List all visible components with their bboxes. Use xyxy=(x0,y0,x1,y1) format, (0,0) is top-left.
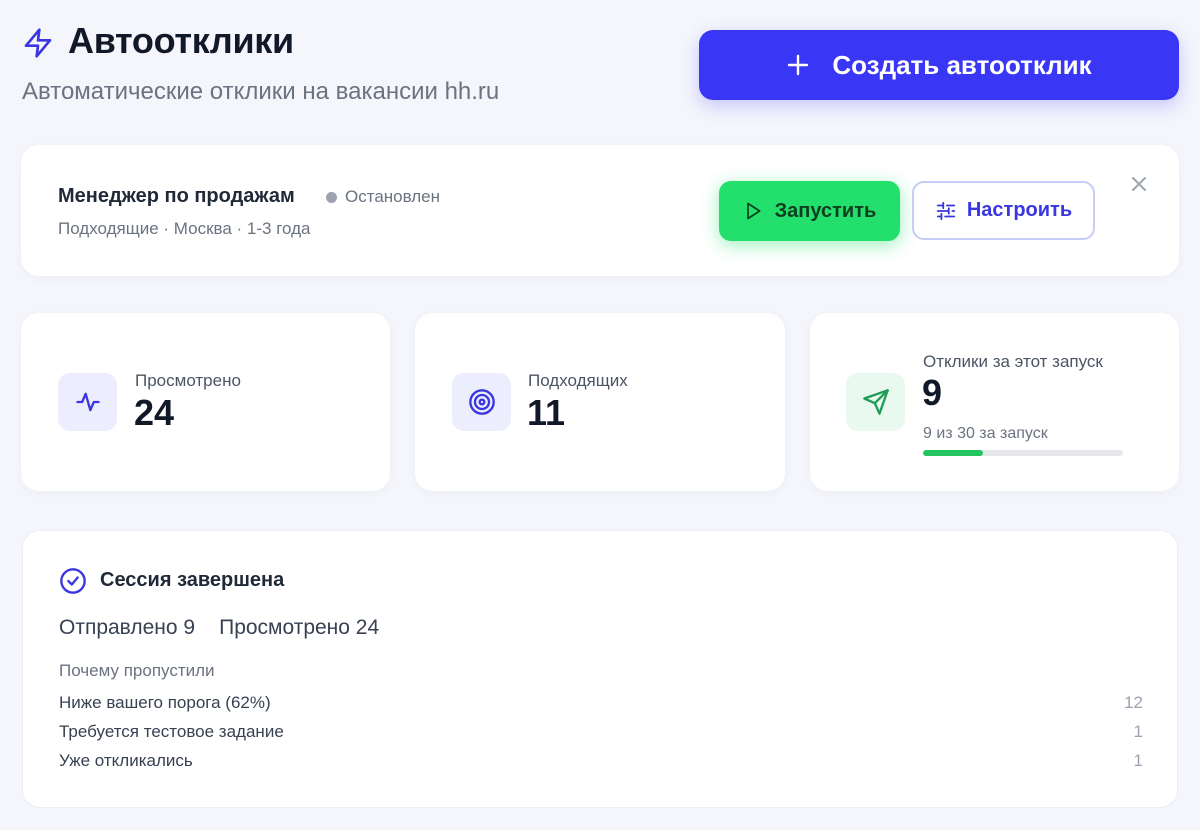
stat-card-responses: Отклики за этот запуск 9 9 из 30 за запу… xyxy=(810,313,1179,491)
send-icon xyxy=(862,389,889,415)
status-label: Остановлен xyxy=(345,187,441,206)
stat-value: 11 xyxy=(527,392,566,433)
sent-count: Отправлено 9 xyxy=(59,616,196,639)
reason-row: Ниже вашего порога (62%) 12 xyxy=(59,693,1143,713)
progress-bar xyxy=(923,450,1123,456)
status-badge: Остановлен xyxy=(326,187,440,207)
plus-icon xyxy=(788,54,809,76)
create-autoresponse-button[interactable]: Создать автоотклик xyxy=(699,30,1179,100)
create-button-label: Создать автоотклик xyxy=(832,49,1092,80)
stat-label: Подходящих xyxy=(528,371,628,390)
session-title: Сессия завершена xyxy=(100,569,285,591)
stat-value: 9 xyxy=(922,372,943,413)
activity-icon xyxy=(75,392,100,412)
vacancy-card: Менеджер по продажам Остановлен Подходящ… xyxy=(21,145,1179,276)
reason-label: Требуется тестовое задание xyxy=(59,722,284,741)
vacancy-meta: Подходящие · Москва · 1-3 года xyxy=(58,219,311,238)
run-button[interactable]: Запустить xyxy=(719,181,900,241)
configure-button[interactable]: Настроить xyxy=(912,181,1095,240)
stat-label: Просмотрено xyxy=(135,371,241,390)
reason-row: Уже откликались 1 xyxy=(59,751,1143,771)
autoresponses-page: Автоотклики Автоматические отклики на ва… xyxy=(0,0,1200,830)
stat-card-matching: Подходящих 11 xyxy=(415,313,785,491)
close-icon[interactable] xyxy=(1129,174,1149,194)
page-subtitle: Автоматические отклики на вакансии hh.ru xyxy=(22,78,500,105)
stat-card-viewed: Просмотрено 24 xyxy=(21,313,390,491)
session-stats: Отправлено 9 Просмотрено 24 xyxy=(59,616,379,640)
page-title: Автоотклики xyxy=(68,20,294,61)
configure-button-label: Настроить xyxy=(966,199,1073,221)
stat-icon-box xyxy=(58,373,117,431)
stat-icon-box xyxy=(452,373,511,431)
reason-count: 1 xyxy=(1133,751,1143,770)
reason-count: 12 xyxy=(1124,693,1143,712)
reason-label: Ниже вашего порога (62%) xyxy=(59,693,271,712)
target-icon xyxy=(468,389,495,415)
reason-count: 1 xyxy=(1133,722,1143,741)
check-circle-icon xyxy=(60,568,86,594)
play-icon xyxy=(746,202,761,220)
skip-reasons-title: Почему пропустили xyxy=(59,661,215,680)
progress-caption: 9 из 30 за запуск xyxy=(923,425,1048,442)
lightning-icon xyxy=(24,28,52,58)
reason-label: Уже откликались xyxy=(59,751,193,770)
progress-fill xyxy=(923,450,983,456)
stat-value: 24 xyxy=(134,392,175,433)
vacancy-title: Менеджер по продажам xyxy=(58,185,295,207)
session-card: Сессия завершена Отправлено 9 Просмотрен… xyxy=(22,530,1178,808)
reason-row: Требуется тестовое задание 1 xyxy=(59,722,1143,742)
status-dot xyxy=(326,191,337,203)
sliders-icon xyxy=(936,201,956,220)
stat-icon-box xyxy=(846,373,905,431)
run-button-label: Запустить xyxy=(774,199,877,222)
stat-label: Отклики за этот запуск xyxy=(923,352,1103,371)
viewed-count: Просмотрено 24 xyxy=(219,616,380,639)
